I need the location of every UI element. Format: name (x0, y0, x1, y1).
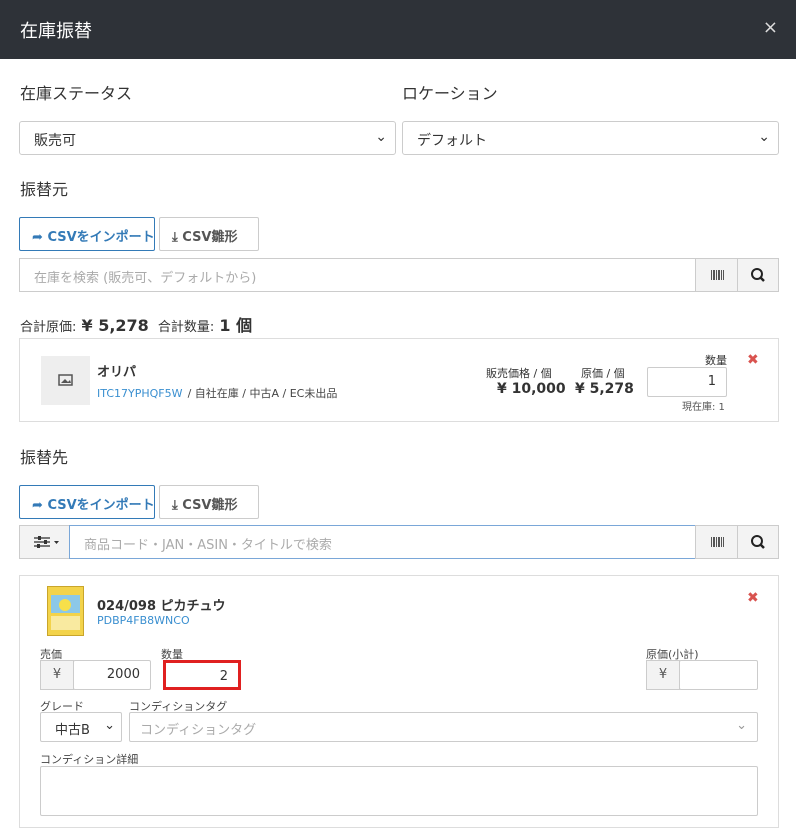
source-import-csv-button[interactable]: ➦ CSVをインポート (19, 217, 155, 251)
price-input-value: 2000 (106, 667, 140, 682)
location-select-value: デフォルト (417, 133, 487, 149)
qty-label: 数量 (705, 354, 727, 367)
modal-title: 在庫振替 (20, 21, 92, 42)
sale-price-value: ¥ 10,000 (497, 381, 566, 397)
yen-addon: ¥ (40, 660, 74, 690)
sale-price-label: 販売価格 / 個 (486, 367, 552, 380)
condition-tag-select[interactable]: コンディションタグ ⌄ (129, 712, 758, 742)
dest-qty-input[interactable]: 2 (163, 660, 241, 690)
filter-dropdown-button[interactable] (19, 525, 70, 559)
dest-csv-template-button[interactable]: ⤓ CSV雛形 (159, 485, 259, 519)
share-icon: ➦ (32, 498, 43, 513)
card-thumbnail (47, 586, 84, 636)
remove-icon[interactable]: ✖ (747, 352, 759, 368)
grade-select[interactable]: 中古B ⌄ (40, 712, 122, 742)
source-qty-input[interactable]: 1 (647, 367, 727, 397)
total-qty-label: 合計数量: (157, 320, 215, 335)
source-item-name: オリパ (97, 365, 137, 380)
source-import-label: CSVをインポート (47, 230, 155, 245)
status-select[interactable]: 販売可 ⌄ (19, 121, 396, 155)
source-item-row: オリパ ITC17YPHQF5W / 自社在庫 / 中古A / EC未出品 販売… (19, 338, 779, 422)
chevron-down-icon: ⌄ (758, 129, 770, 145)
share-icon: ➦ (32, 230, 43, 245)
cost-subtotal-input[interactable] (679, 660, 758, 690)
grade-select-value: 中古B (55, 723, 90, 738)
dest-item-card: 024/098 ピカチュウ PDBP4FB8WNCO ✖ 売価 ¥ 2000 数… (19, 575, 779, 828)
chevron-down-icon: ⌄ (375, 129, 387, 145)
dest-search-placeholder: 商品コード・JAN・ASIN・タイトルで検索 (84, 538, 332, 553)
source-csv-template-button[interactable]: ⤓ CSV雛形 (159, 217, 259, 251)
status-label: 在庫ステータス (20, 84, 133, 103)
dest-import-csv-button[interactable]: ➦ CSVをインポート (19, 485, 155, 519)
source-item-meta: / 自社在庫 / 中古A / EC未出品 (187, 387, 338, 400)
barcode-icon (711, 537, 724, 547)
dest-template-label: CSV雛形 (182, 498, 238, 513)
cost-per-unit-label: 原価 / 個 (581, 367, 625, 380)
cost-per-unit-value: ¥ 5,278 (575, 381, 634, 397)
remove-icon[interactable]: ✖ (747, 590, 759, 606)
dest-search-button[interactable] (737, 525, 779, 559)
dest-item-code-link[interactable]: PDBP4FB8WNCO (97, 614, 190, 627)
source-item-code-link[interactable]: ITC17YPHQF5W (97, 387, 182, 400)
dest-search-input[interactable]: 商品コード・JAN・ASIN・タイトルで検索 (69, 525, 696, 559)
close-icon[interactable]: × (763, 17, 778, 38)
price-input[interactable]: 2000 (73, 660, 151, 690)
download-icon: ⤓ (172, 230, 178, 245)
location-label: ロケーション (402, 84, 498, 103)
source-totals: 合計原価: ¥ 5,278 合計数量: 1 個 (20, 312, 252, 336)
pikachu-card-image (51, 595, 80, 630)
image-placeholder (41, 356, 90, 405)
source-barcode-button[interactable] (695, 258, 738, 292)
total-cost-label: 合計原価: (20, 320, 77, 335)
condition-detail-textarea[interactable] (40, 766, 758, 816)
condition-tag-placeholder: コンディションタグ (140, 723, 257, 738)
yen-addon-cost: ¥ (646, 660, 680, 690)
current-stock-label: 現在庫: 1 (682, 402, 725, 413)
dest-qty-value: 2 (219, 669, 228, 684)
chevron-down-icon: ⌄ (736, 718, 747, 733)
source-search-placeholder: 在庫を検索 (販売可、デフォルトから) (34, 271, 257, 286)
dest-barcode-button[interactable] (695, 525, 738, 559)
dest-item-name: 024/098 ピカチュウ (97, 599, 226, 614)
search-icon (751, 268, 765, 282)
modal-header: 在庫振替 × (0, 0, 796, 59)
source-qty-value: 1 (707, 374, 716, 389)
source-search-button[interactable] (737, 258, 779, 292)
sliders-icon (34, 536, 59, 548)
image-icon (58, 374, 73, 386)
chevron-down-icon: ⌄ (104, 718, 115, 733)
source-heading: 振替元 (20, 180, 69, 199)
destination-heading: 振替先 (20, 448, 69, 467)
source-search-input[interactable]: 在庫を検索 (販売可、デフォルトから) (19, 258, 696, 292)
status-select-value: 販売可 (34, 133, 76, 149)
total-qty-value: 1 個 (219, 316, 253, 335)
dest-import-label: CSVをインポート (47, 498, 155, 513)
source-template-label: CSV雛形 (182, 230, 238, 245)
barcode-icon (711, 270, 724, 280)
total-cost-value: ¥ 5,278 (81, 316, 149, 335)
search-icon (751, 535, 765, 549)
download-icon: ⤓ (172, 498, 178, 513)
location-select[interactable]: デフォルト ⌄ (402, 121, 779, 155)
condition-detail-label: コンディション詳細 (40, 753, 139, 766)
